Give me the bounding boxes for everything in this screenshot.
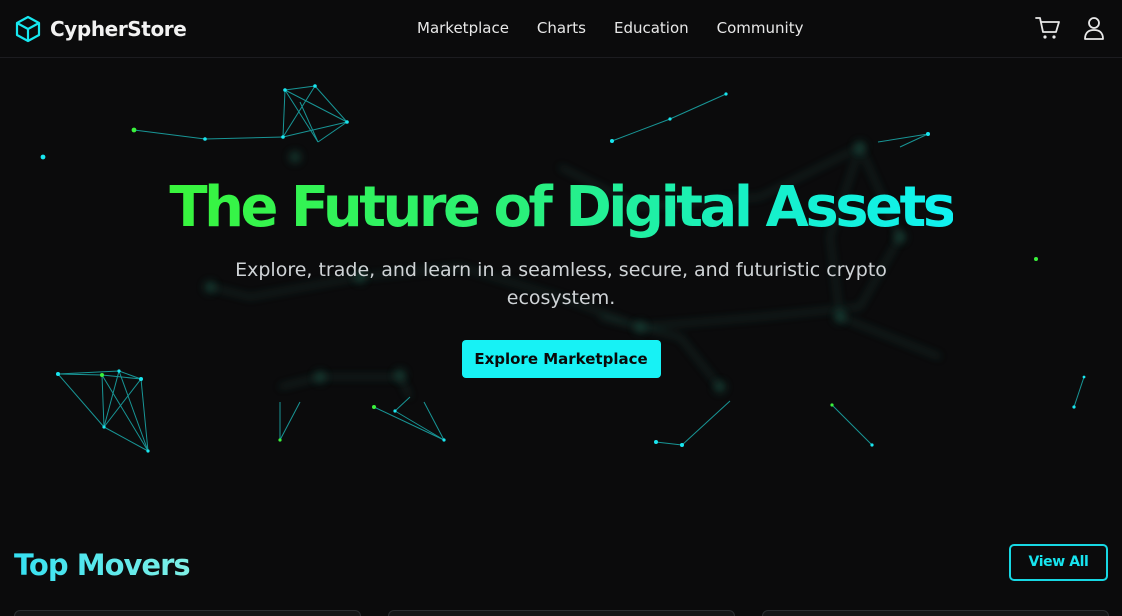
nav-item-community[interactable]: Community: [717, 19, 804, 37]
mover-card[interactable]: [762, 610, 1109, 616]
hero-section: The Future of Digital Assets Explore, tr…: [0, 170, 1122, 378]
top-movers-title: Top Movers: [14, 545, 191, 585]
nav-item-charts[interactable]: Charts: [537, 19, 586, 37]
hero-title: The Future of Digital Assets: [169, 170, 956, 246]
header-actions: [1034, 14, 1108, 42]
top-navbar: CypherStore Marketplace Charts Education…: [0, 0, 1122, 58]
nav-item-education[interactable]: Education: [614, 19, 689, 37]
brand-name: CypherStore: [50, 17, 187, 41]
user-icon: [1084, 17, 1104, 40]
cart-icon: [1035, 17, 1060, 39]
cube-icon: [15, 15, 41, 43]
mover-card[interactable]: [388, 610, 735, 616]
hero-subtitle: Explore, trade, and learn in a seamless,…: [235, 259, 887, 309]
brand-logo[interactable]: CypherStore: [14, 14, 187, 44]
mover-card[interactable]: [14, 610, 361, 616]
page: CypherStore Marketplace Charts Education…: [0, 0, 1122, 616]
explore-marketplace-button[interactable]: Explore Marketplace: [461, 340, 661, 378]
nav-item-marketplace[interactable]: Marketplace: [417, 19, 509, 37]
view-all-button[interactable]: View All: [1009, 544, 1108, 581]
cart-button[interactable]: [1034, 14, 1062, 42]
account-button[interactable]: [1080, 14, 1108, 42]
main-nav: Marketplace Charts Education Community: [417, 19, 803, 37]
